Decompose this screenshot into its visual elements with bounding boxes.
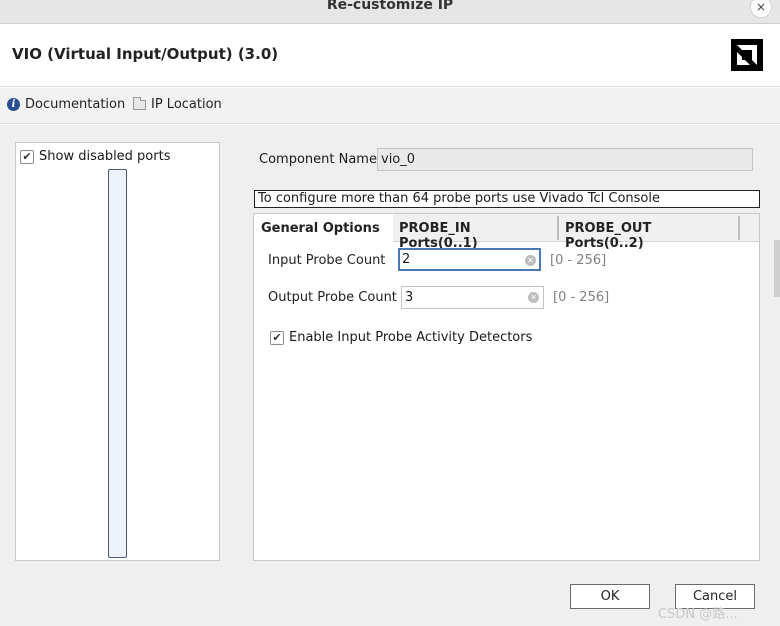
ip-symbol-block	[108, 169, 127, 558]
tab-probe-in-ports[interactable]: PROBE_IN Ports(0..1)	[399, 214, 551, 251]
output-probe-count-field[interactable]: 3	[401, 286, 544, 309]
link-bar: i Documentation IP Location	[0, 88, 780, 124]
checkbox-checked-icon[interactable]: ✔	[270, 330, 284, 345]
input-probe-count-field[interactable]: 2	[398, 248, 541, 271]
clear-output-icon[interactable]: ✕	[528, 292, 539, 303]
ip-location-label: IP Location	[151, 97, 222, 112]
component-name-label: Component Name	[259, 152, 377, 167]
ip-title: VIO (Virtual Input/Output) (3.0)	[12, 45, 279, 63]
ip-location-link[interactable]: IP Location	[133, 96, 222, 112]
documentation-link[interactable]: i Documentation	[7, 97, 125, 112]
tcl-console-notice: To configure more than 64 probe ports us…	[254, 190, 760, 208]
amd-logo-icon	[731, 39, 763, 71]
output-probe-count-label: Output Probe Count	[268, 290, 397, 305]
ip-symbol-panel: ✔ Show disabled ports	[15, 142, 220, 561]
ip-header: VIO (Virtual Input/Output) (3.0)	[0, 24, 780, 87]
show-disabled-ports-label: Show disabled ports	[39, 149, 171, 164]
checkbox-checked-icon[interactable]: ✔	[20, 149, 34, 164]
activity-detectors-checkbox[interactable]: ✔ Enable Input Probe Activity Detectors	[270, 330, 532, 345]
output-probe-range: [0 - 256]	[553, 290, 610, 305]
close-button[interactable]: ×	[750, 0, 772, 18]
window-titlebar: Re-customize IP ×	[0, 0, 780, 24]
folder-icon	[133, 96, 146, 110]
tab-probe-out-ports[interactable]: PROBE_OUT Ports(0..2)	[565, 214, 730, 251]
ok-button[interactable]: OK	[570, 584, 650, 609]
input-probe-range: [0 - 256]	[550, 253, 607, 268]
tab-strip: General Options PROBE_IN Ports(0..1) PRO…	[254, 214, 759, 251]
window-title: Re-customize IP	[326, 0, 454, 13]
options-tab-panel: General Options PROBE_IN Ports(0..1) PRO…	[253, 213, 760, 561]
info-icon: i	[7, 98, 20, 111]
input-probe-count-label: Input Probe Count	[268, 253, 386, 268]
component-name-field[interactable]: vio_0	[377, 148, 753, 171]
tab-separator	[738, 216, 740, 240]
tab-separator	[557, 216, 559, 240]
show-disabled-ports-checkbox[interactable]: ✔ Show disabled ports	[20, 149, 170, 164]
documentation-label: Documentation	[25, 97, 126, 112]
clear-input-icon[interactable]: ✕	[525, 255, 536, 266]
background-window-edge	[774, 240, 780, 297]
watermark: CSDN @路...	[658, 607, 738, 622]
activity-detectors-label: Enable Input Probe Activity Detectors	[289, 330, 533, 345]
tab-general-options[interactable]: General Options	[254, 214, 393, 243]
close-icon: ×	[755, 0, 767, 14]
